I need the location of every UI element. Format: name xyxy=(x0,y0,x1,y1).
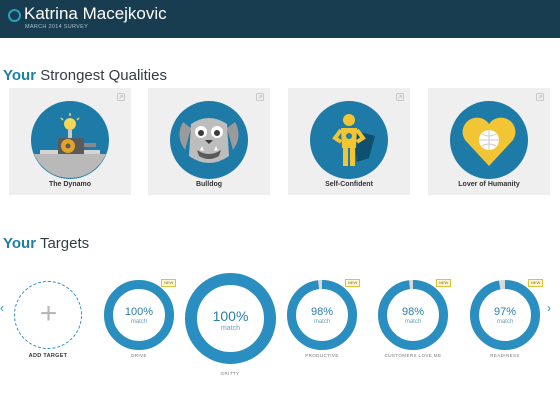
target-label: PRODUCTIVE xyxy=(305,353,339,358)
dynamo-illustration-icon xyxy=(30,100,110,180)
target-percent: 100% xyxy=(212,308,249,324)
qualities-title-rest: Strongest Qualities xyxy=(40,67,167,84)
target-percent: 97% xyxy=(493,306,517,318)
target-label: DRIVE xyxy=(131,353,147,358)
target-gritty[interactable]: 100% match xyxy=(185,273,276,364)
app-header: Katrina Macejkovic MARCH 2014 SURVEY xyxy=(0,0,560,38)
new-badge: NEW xyxy=(528,279,544,287)
qualities-section-title: Your Strongest Qualities xyxy=(3,67,167,84)
new-badge: NEW xyxy=(436,279,452,287)
logo-ring-icon xyxy=(8,9,21,22)
plus-icon[interactable]: + xyxy=(14,281,83,350)
target-percent: 100% xyxy=(124,306,154,318)
target-percent: 98% xyxy=(401,306,425,318)
quality-card-dynamo[interactable]: The Dynamo xyxy=(9,88,131,195)
target-percent: 98% xyxy=(310,306,334,318)
heart-globe-illustration-icon xyxy=(449,100,529,180)
superhero-illustration-icon xyxy=(309,100,389,180)
user-name: Katrina Macejkovic xyxy=(24,4,167,23)
target-match: match xyxy=(220,325,241,332)
prev-arrow-button[interactable]: ‹ xyxy=(0,301,4,315)
target-label: READINESS xyxy=(490,353,520,358)
next-arrow-button[interactable]: › xyxy=(547,301,551,315)
share-icon[interactable] xyxy=(396,93,404,101)
share-icon[interactable] xyxy=(256,93,264,101)
target-productive[interactable]: 98% match xyxy=(287,280,357,350)
targets-title-bold: Your xyxy=(3,235,37,252)
target-match: match xyxy=(496,319,514,325)
target-match: match xyxy=(313,319,331,325)
survey-subtitle: MARCH 2014 SURVEY xyxy=(25,24,89,30)
target-label: GRITTY xyxy=(220,371,240,376)
share-icon[interactable] xyxy=(536,93,544,101)
target-label: CUSTOMERS LOVE ME xyxy=(384,353,442,358)
quality-label: Lover of Humanity xyxy=(458,181,520,188)
qualities-title-bold: Your xyxy=(3,67,37,84)
target-match: match xyxy=(130,319,148,325)
quality-label: Self-Confident xyxy=(325,181,373,188)
target-customers-love-me[interactable]: 98% match xyxy=(378,280,448,350)
new-badge: NEW xyxy=(161,279,177,287)
targets-title-rest: Targets xyxy=(39,235,90,252)
quality-card-bulldog[interactable]: Bulldog xyxy=(148,88,270,195)
targets-section-title: Your Targets xyxy=(3,235,89,252)
new-badge: NEW xyxy=(345,279,361,287)
add-target-label: ADD TARGET xyxy=(28,353,68,359)
quality-card-lover-of-humanity[interactable]: Lover of Humanity xyxy=(428,88,550,195)
target-readiness[interactable]: 97% match xyxy=(470,280,540,350)
share-icon[interactable] xyxy=(117,93,125,101)
bulldog-illustration-icon xyxy=(169,100,249,180)
quality-label: The Dynamo xyxy=(48,181,91,188)
quality-label: Bulldog xyxy=(195,181,223,188)
quality-card-self-confident[interactable]: Self-Confident xyxy=(288,88,410,195)
target-drive[interactable]: 100% match xyxy=(104,280,174,350)
target-match: match xyxy=(404,319,422,325)
